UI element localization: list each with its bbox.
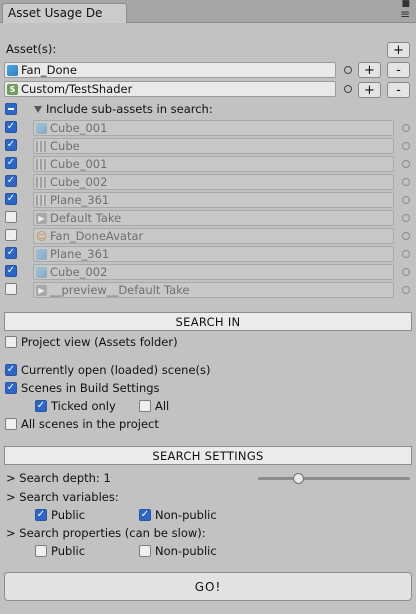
subasset-field[interactable]: Cube_002: [33, 174, 394, 190]
all-scenes-checkbox[interactable]: [5, 418, 17, 430]
subasset-name: Fan_DoneAvatar: [50, 229, 144, 243]
subasset-field[interactable]: ▶ __preview__Default Take: [33, 282, 394, 298]
subasset-field[interactable]: Plane_361: [33, 246, 394, 262]
project-view-checkbox[interactable]: [5, 336, 17, 348]
foldout-arrow-icon[interactable]: [34, 106, 42, 113]
object-picker-icon[interactable]: [402, 142, 410, 150]
subasset-checkbox[interactable]: ✓: [5, 265, 17, 277]
object-picker-icon[interactable]: [402, 268, 410, 276]
window-title: Asset Usage De: [8, 6, 103, 20]
open-scenes-label: Currently open (loaded) scene(s): [21, 363, 211, 377]
subasset-name: Plane_361: [50, 247, 110, 261]
search-settings-header: SEARCH SETTINGS: [4, 446, 412, 465]
window-controls: ■ ≡: [400, 0, 410, 20]
all-label: All: [155, 399, 170, 413]
add-button[interactable]: +: [358, 62, 381, 78]
go-button[interactable]: GO!: [4, 572, 412, 601]
subasset-checkbox[interactable]: ✓: [5, 121, 17, 133]
animation-icon: ▶: [36, 284, 47, 296]
asset-field[interactable]: Fan_Done: [4, 62, 336, 78]
mesh-icon: [36, 266, 47, 278]
subasset-checkbox[interactable]: ✓: [5, 247, 17, 259]
all-scenes-label: All scenes in the project: [21, 417, 159, 431]
add-button[interactable]: +: [358, 82, 381, 98]
subasset-checkbox[interactable]: ✓: [5, 175, 17, 187]
variables-public-label: Public: [51, 508, 86, 522]
variables-nonpublic-label: Non-public: [155, 508, 217, 522]
subasset-name: Cube_001: [50, 121, 108, 135]
all-checkbox[interactable]: [139, 400, 151, 412]
object-picker-icon[interactable]: [344, 85, 352, 93]
grid-icon: [36, 158, 47, 170]
asset-name: Custom/TestShader: [21, 82, 133, 96]
subasset-field[interactable]: Cube_001: [33, 156, 394, 172]
object-picker-icon[interactable]: [402, 286, 410, 294]
asset-name: Fan_Done: [21, 63, 77, 77]
build-scenes-checkbox[interactable]: ✓: [5, 382, 17, 394]
subasset-checkbox[interactable]: ✓: [5, 139, 17, 151]
object-picker-icon[interactable]: [402, 196, 410, 204]
ticked-only-label: Ticked only: [51, 399, 116, 413]
subasset-checkbox[interactable]: ✓: [5, 193, 17, 205]
subasset-name: Cube: [50, 139, 80, 153]
mesh-icon: [36, 248, 47, 260]
subasset-name: Cube_002: [50, 265, 108, 279]
search-properties-label: > Search properties (can be slow):: [6, 526, 206, 540]
subasset-field[interactable]: Cube_002: [33, 264, 394, 280]
subasset-field[interactable]: Cube_001: [33, 120, 394, 136]
search-in-header: SEARCH IN: [4, 312, 412, 331]
object-picker-icon[interactable]: [402, 214, 410, 222]
properties-public-checkbox[interactable]: [35, 545, 47, 557]
subassets-toggle-all[interactable]: [5, 103, 17, 115]
subasset-name: Default Take: [50, 211, 122, 225]
search-depth-slider[interactable]: [258, 477, 410, 480]
grid-icon: [36, 140, 47, 152]
subasset-checkbox[interactable]: [5, 229, 17, 241]
object-picker-icon[interactable]: [402, 178, 410, 186]
shader-icon: S: [7, 83, 18, 95]
properties-nonpublic-label: Non-public: [155, 544, 217, 558]
mesh-icon: [7, 64, 18, 76]
object-picker-icon[interactable]: [402, 124, 410, 132]
subasset-checkbox[interactable]: [5, 283, 17, 295]
subasset-name: Cube_002: [50, 175, 108, 189]
subasset-name: __preview__Default Take: [50, 283, 190, 297]
subasset-checkbox[interactable]: ✓: [5, 157, 17, 169]
menu-icon[interactable]: ≡: [400, 8, 410, 20]
properties-public-label: Public: [51, 544, 86, 558]
search-depth-label: > Search depth: 1: [6, 471, 111, 485]
open-scenes-checkbox[interactable]: ✓: [5, 364, 17, 376]
object-picker-icon[interactable]: [402, 160, 410, 168]
subasset-checkbox[interactable]: [5, 211, 17, 223]
properties-nonpublic-checkbox[interactable]: [139, 545, 151, 557]
slider-thumb[interactable]: [292, 473, 304, 484]
subasset-field[interactable]: ☺ Fan_DoneAvatar: [33, 228, 394, 244]
grid-icon: [36, 194, 47, 206]
subasset-field[interactable]: Cube: [33, 138, 394, 154]
subasset-name: Cube_001: [50, 157, 108, 171]
assets-label: Asset(s):: [6, 42, 57, 56]
subasset-field[interactable]: Plane_361: [33, 192, 394, 208]
variables-public-checkbox[interactable]: ✓: [35, 509, 47, 521]
object-picker-icon[interactable]: [402, 250, 410, 258]
subasset-name: Plane_361: [50, 193, 110, 207]
avatar-icon: ☺: [35, 229, 48, 243]
project-view-label: Project view (Assets folder): [21, 335, 178, 349]
object-picker-icon[interactable]: [344, 66, 352, 74]
remove-button[interactable]: -: [387, 62, 410, 78]
mesh-icon: [36, 122, 47, 134]
remove-button[interactable]: -: [387, 82, 410, 98]
animation-icon: ▶: [36, 212, 47, 224]
add-asset-button[interactable]: +: [387, 42, 410, 58]
window-tab[interactable]: Asset Usage De: [2, 3, 127, 23]
subasset-field[interactable]: ▶ Default Take: [33, 210, 394, 226]
object-picker-icon[interactable]: [402, 232, 410, 240]
search-variables-label: > Search variables:: [6, 490, 119, 504]
subassets-label: Include sub-assets in search:: [46, 102, 213, 116]
variables-nonpublic-checkbox[interactable]: ✓: [139, 509, 151, 521]
build-scenes-label: Scenes in Build Settings: [21, 381, 160, 395]
asset-field[interactable]: S Custom/TestShader: [4, 81, 336, 97]
grid-icon: [36, 176, 47, 188]
ticked-only-checkbox[interactable]: ✓: [35, 400, 47, 412]
